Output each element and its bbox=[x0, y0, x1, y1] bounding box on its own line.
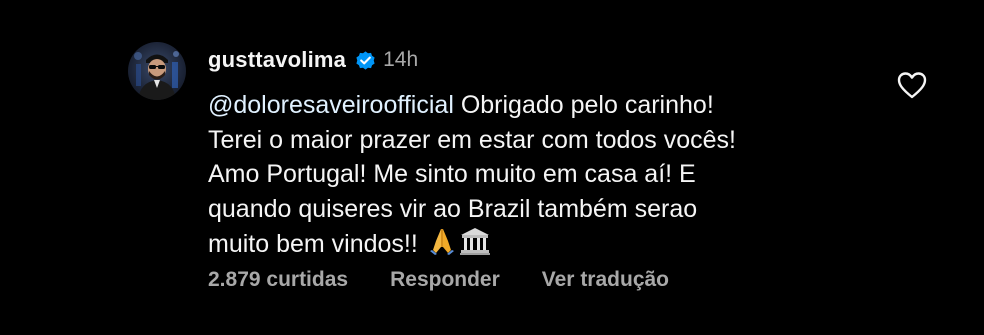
timestamp: 14h bbox=[383, 48, 419, 71]
folded-hands-icon bbox=[427, 226, 457, 266]
comment-line-5: muito bem vindos!! bbox=[208, 226, 868, 266]
like-count[interactable]: 2.879 curtidas bbox=[208, 268, 348, 292]
reply-button[interactable]: Responder bbox=[390, 268, 500, 292]
comment-text: @doloresaveiroofficial Obrigado pelo car… bbox=[208, 88, 868, 266]
comment-line-1-text: Obrigado pelo carinho! bbox=[453, 91, 714, 119]
comment-line-4: quando quiseres vir ao Brazil também ser… bbox=[208, 194, 698, 223]
comment: gusttavolima 14h @doloresaveiroofficial … bbox=[0, 0, 984, 335]
verified-badge-icon bbox=[354, 49, 377, 72]
comment-actions: 2.879 curtidas Responder Ver tradução bbox=[208, 268, 669, 292]
mention-link[interactable]: @doloresaveiroofficial bbox=[208, 91, 454, 119]
comment-line-5-text: muito bem vindos!! bbox=[208, 230, 425, 258]
comment-header: gusttavolima 14h bbox=[208, 44, 418, 76]
comment-line-2: Terei o maior prazer em estar com todos … bbox=[208, 125, 736, 154]
avatar[interactable] bbox=[128, 42, 186, 100]
classical-building-icon bbox=[459, 226, 491, 266]
comment-line-3: Amo Portugal! Me sinto muito em casa aí!… bbox=[208, 160, 696, 188]
username[interactable]: gusttavolima bbox=[208, 47, 346, 73]
comment-line-1: @doloresaveiroofficial Obrigado pelo car… bbox=[208, 88, 868, 123]
like-heart-icon[interactable] bbox=[896, 70, 928, 100]
translate-button[interactable]: Ver tradução bbox=[542, 268, 669, 292]
